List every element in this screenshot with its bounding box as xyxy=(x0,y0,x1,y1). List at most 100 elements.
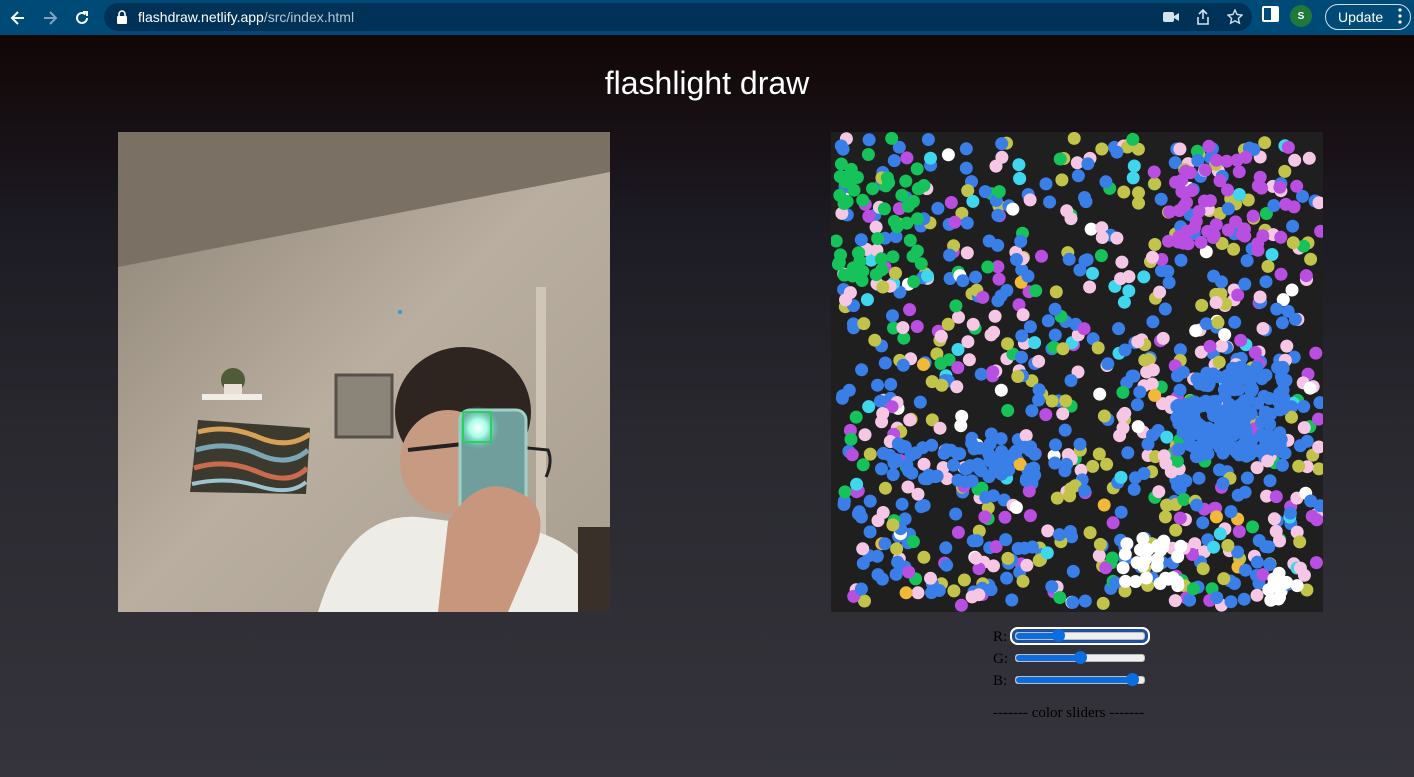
paint-dot xyxy=(1006,202,1020,216)
share-icon[interactable] xyxy=(1194,8,1212,26)
paint-dot xyxy=(1188,221,1201,235)
paint-dot xyxy=(1101,357,1115,371)
paint-dot xyxy=(921,133,935,146)
paint-dot xyxy=(947,458,960,472)
paint-dot xyxy=(861,148,875,161)
paint-dot xyxy=(914,500,928,514)
paint-dot xyxy=(857,317,871,331)
paint-dot xyxy=(1118,547,1132,561)
update-button[interactable]: Update xyxy=(1325,4,1411,30)
paint-dot xyxy=(1011,370,1025,383)
paint-dot xyxy=(1263,474,1277,488)
paint-dot xyxy=(1195,298,1209,312)
paint-dot xyxy=(1309,346,1323,360)
paint-dot xyxy=(1192,471,1206,485)
paint-dot xyxy=(935,378,949,392)
paint-dot xyxy=(1079,195,1093,209)
url-text: flashdraw.netlify.app/src/index.html xyxy=(138,9,354,25)
drawing-canvas[interactable] xyxy=(831,132,1323,612)
paint-dot xyxy=(1160,430,1174,444)
paint-dot xyxy=(1147,165,1161,179)
paint-dot xyxy=(995,150,1009,164)
paint-dot xyxy=(1073,263,1087,277)
paint-dot xyxy=(1250,588,1264,602)
paint-dot xyxy=(1273,180,1287,194)
bookmark-star-icon[interactable] xyxy=(1226,8,1244,26)
paint-dot xyxy=(889,266,902,280)
paint-dot xyxy=(1269,524,1283,538)
paint-dot xyxy=(866,182,879,196)
camera-icon[interactable] xyxy=(1162,8,1180,26)
paint-dot xyxy=(1131,420,1145,434)
paint-dot xyxy=(854,582,868,596)
paint-dot xyxy=(1086,266,1099,280)
address-bar[interactable]: flashdraw.netlify.app/src/index.html xyxy=(104,3,1252,31)
slider-g[interactable] xyxy=(1015,651,1145,664)
paint-dot xyxy=(1066,564,1080,578)
paint-dot xyxy=(1156,331,1170,345)
paint-dot xyxy=(1245,370,1259,384)
paint-dot xyxy=(1160,498,1174,512)
slider-b-thumb[interactable] xyxy=(1126,673,1140,686)
paint-dot xyxy=(1092,549,1106,563)
paint-dot xyxy=(1025,404,1039,418)
paint-dot xyxy=(959,142,973,156)
profile-avatar[interactable]: S xyxy=(1290,5,1312,27)
paint-dot xyxy=(904,448,918,462)
paint-dot xyxy=(1309,556,1323,570)
paint-dot xyxy=(1293,535,1307,549)
paint-dot xyxy=(988,464,1002,478)
paint-dot xyxy=(982,234,996,248)
forward-arrow-icon[interactable] xyxy=(38,6,62,30)
paint-dot xyxy=(1127,369,1141,383)
paint-dot xyxy=(1114,272,1128,286)
paint-dot xyxy=(906,535,920,549)
paint-dot xyxy=(1271,442,1285,456)
paint-dot xyxy=(1059,394,1073,408)
slider-r[interactable] xyxy=(1015,629,1145,642)
paint-dot xyxy=(1207,540,1221,554)
url-domain: flashdraw.netlify.app xyxy=(138,9,264,25)
paint-dot xyxy=(987,559,1000,573)
paint-dot xyxy=(1130,398,1144,412)
slider-b[interactable] xyxy=(1015,673,1145,686)
paint-dot xyxy=(1053,591,1067,604)
paint-dot xyxy=(901,480,915,494)
paint-dot xyxy=(1106,516,1120,530)
side-panel-icon[interactable] xyxy=(1262,5,1280,27)
paint-dot xyxy=(925,586,938,600)
paint-dot xyxy=(878,537,892,551)
slider-g-thumb[interactable] xyxy=(1074,651,1087,664)
paint-dot xyxy=(1100,457,1114,471)
paint-dot xyxy=(924,571,937,585)
paint-dot xyxy=(1000,283,1014,297)
paint-dot xyxy=(849,410,863,424)
slider-r-thumb[interactable] xyxy=(1052,629,1066,642)
paint-dot xyxy=(1303,381,1317,395)
paint-dot xyxy=(845,448,859,462)
paint-dot xyxy=(1162,276,1176,289)
paint-dot xyxy=(1216,476,1230,490)
paint-dot xyxy=(1198,163,1212,177)
paint-dot xyxy=(1115,255,1129,269)
paint-dot xyxy=(1203,339,1217,353)
paint-dot xyxy=(1213,463,1226,477)
paint-dot xyxy=(1209,153,1223,167)
paint-dot xyxy=(1276,577,1290,591)
paint-dot xyxy=(939,541,953,555)
paint-dot xyxy=(1288,312,1302,326)
reload-icon[interactable] xyxy=(70,6,94,30)
paint-dot xyxy=(1116,421,1130,435)
paint-dot xyxy=(1097,498,1111,512)
paint-dot xyxy=(880,171,894,185)
paint-dot xyxy=(877,202,891,216)
paint-dot xyxy=(900,216,914,230)
paint-dot xyxy=(1041,524,1055,538)
paint-dot xyxy=(1062,252,1076,266)
paint-dot xyxy=(862,133,876,147)
paint-dot xyxy=(940,558,954,572)
paint-dot xyxy=(1168,594,1182,608)
paint-dot xyxy=(1234,333,1248,347)
back-arrow-icon[interactable] xyxy=(6,6,30,30)
paint-dot xyxy=(1174,539,1188,553)
